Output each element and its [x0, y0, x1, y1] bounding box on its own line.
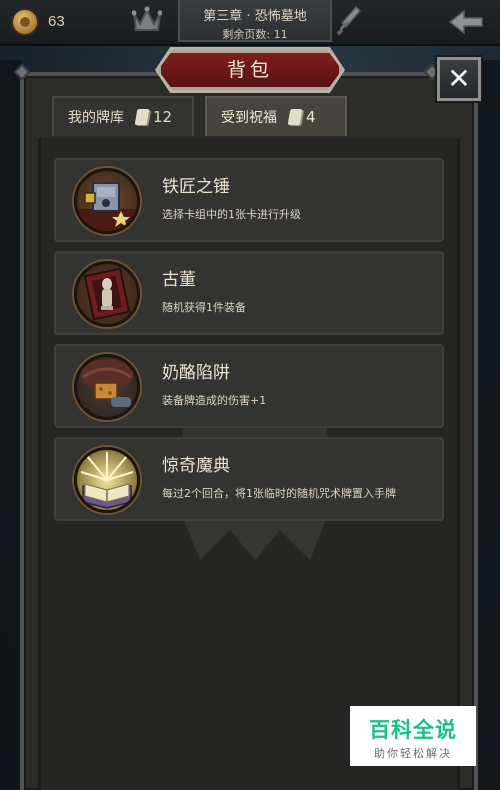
list-item[interactable]: 古董 随机获得1件装备 [54, 251, 444, 335]
crown-icon[interactable] [132, 6, 162, 34]
list-item[interactable]: 惊奇魔典 每过2个回合，将1张临时的随机咒术牌置入手牌 [54, 437, 444, 521]
tab-count: 12 [153, 108, 173, 126]
chapter-info: 第三章 · 恐怖墓地 剩余页数: 11 [178, 0, 332, 42]
close-icon: ✕ [447, 62, 471, 95]
card-icon [287, 109, 303, 125]
tree-silhouette-left [0, 60, 22, 790]
list-item[interactable]: 铁匠之锤 选择卡组中的1张卡进行升级 [54, 158, 444, 242]
tab-label: 我的牌库 [68, 110, 124, 126]
watermark-subtitle: 助你轻松解决 [374, 747, 452, 760]
back-arrow-icon[interactable] [448, 9, 484, 35]
sword-icon[interactable] [336, 5, 362, 37]
tab-count: 4 [306, 108, 316, 126]
item-name: 古董 [162, 270, 196, 290]
item-description: 每过2个回合，将1张临时的随机咒术牌置入手牌 [162, 487, 396, 500]
tree-silhouette-right [478, 60, 500, 790]
tab-blessings[interactable]: 受到祝福 4 [205, 96, 347, 136]
item-description: 随机获得1件装备 [162, 301, 246, 314]
item-description: 装备牌造成的伤害+1 [162, 394, 267, 407]
item-name: 惊奇魔典 [162, 456, 230, 476]
panel-title: 背包 [226, 59, 273, 81]
spellbook-icon [74, 447, 140, 513]
tab-my-deck[interactable]: 我的牌库 12 [52, 96, 194, 136]
anvil-icon [74, 168, 140, 234]
watermark-title: 百科全说 [369, 718, 457, 742]
watermark: 百科全说 助你轻松解决 [350, 706, 476, 766]
chapter-title: 第三章 · 恐怖墓地 [203, 9, 307, 24]
title-banner: 背包 [158, 50, 342, 90]
tab-label: 受到祝福 [221, 110, 277, 126]
item-name: 奶酪陷阱 [162, 363, 230, 383]
gold-count: 63 [48, 13, 65, 30]
item-description: 选择卡组中的1张卡进行升级 [162, 208, 301, 221]
list-item[interactable]: 奶酪陷阱 装备牌造成的伤害+1 [54, 344, 444, 428]
close-button[interactable]: ✕ [437, 57, 481, 101]
gold-coin-icon [13, 10, 37, 34]
pages-remaining: 剩余页数: 11 [222, 28, 288, 41]
card-icon [134, 109, 150, 125]
item-name: 铁匠之锤 [162, 177, 230, 197]
cheese-trap-icon [74, 354, 140, 420]
top-bar: 63 第三章 · 恐怖墓地 剩余页数: 11 [0, 0, 500, 46]
antique-icon [74, 261, 140, 327]
